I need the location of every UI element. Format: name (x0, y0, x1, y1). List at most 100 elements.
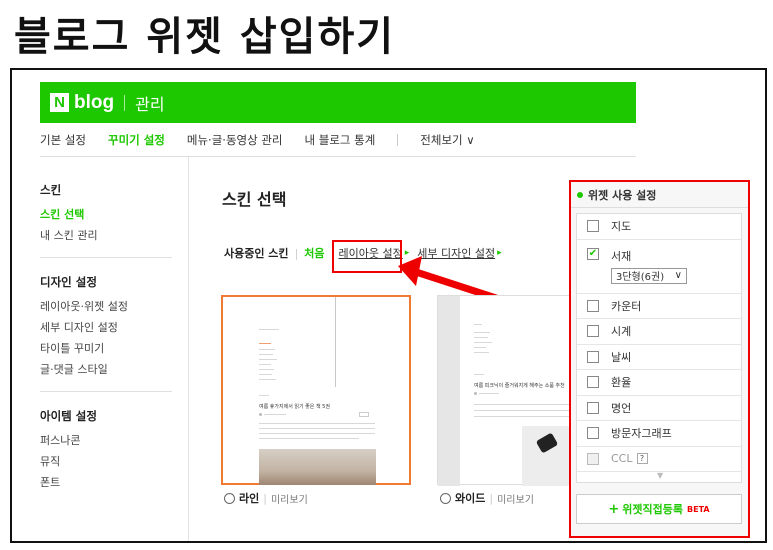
card-line (259, 364, 271, 365)
sidebar-item-music[interactable]: 뮤직 (40, 453, 172, 469)
tab-blog-stats[interactable]: 내 블로그 통계 (305, 132, 376, 148)
widget-settings-panel: 위젯 사용 설정 지도 ✔ 서재 3단형(6권) ∨ 카운터 시계 날씨 환율 … (569, 180, 750, 538)
card-line (259, 349, 275, 350)
widget-item-weather[interactable]: 날씨 (577, 345, 741, 370)
card-line (474, 416, 584, 417)
sidebar-item-my-skin[interactable]: 내 스킨 관리 (40, 227, 172, 243)
card-line (474, 332, 490, 333)
card-line (474, 374, 484, 375)
sidebar-heading-item: 아이템 설정 (40, 409, 97, 423)
card-line (479, 393, 499, 394)
chevron-down-icon: ∨ (674, 270, 682, 281)
tab-basic-settings[interactable]: 기본 설정 (40, 132, 86, 148)
skin-option-wide[interactable]: 와이드 | 미리보기 (440, 490, 534, 506)
card-line (259, 369, 274, 370)
section-title: 스킨 선택 (222, 190, 287, 209)
card-button (359, 412, 369, 417)
card-line (474, 324, 482, 325)
preview-link-wide[interactable]: 미리보기 (497, 491, 534, 506)
card-line (259, 374, 272, 375)
tab-design-settings[interactable]: 꾸미기 설정 (108, 132, 165, 148)
sidebar-separator (40, 257, 172, 258)
card-line (474, 352, 489, 353)
checkbox-weather[interactable] (587, 350, 599, 363)
option-divider: | (263, 491, 267, 505)
radio-wide[interactable] (440, 492, 451, 504)
sidebar-item-title-decor[interactable]: 타이틀 꾸미기 (40, 340, 172, 356)
blog-logo[interactable]: blog (74, 92, 114, 114)
widget-item-clock[interactable]: 시계 (577, 319, 741, 345)
widget-label: 방문자그래프 (611, 427, 672, 441)
card-line (264, 414, 286, 415)
widget-label: 카운터 (611, 299, 642, 313)
checkbox-map[interactable] (587, 220, 599, 233)
card-post-title: 여름 피크닉이 즐거워지게 해주는 소품 추천 (474, 383, 565, 389)
widget-label: 환율 (611, 376, 632, 390)
sidebar-item-post-style[interactable]: 글·댓글 스타일 (40, 361, 172, 377)
sidebar-item-personacon[interactable]: 퍼스나콘 (40, 432, 172, 448)
preview-link-line[interactable]: 미리보기 (271, 491, 308, 506)
tab-current-skin[interactable]: 사용중인 스킨 (224, 245, 289, 261)
tab-view-all[interactable]: 전체보기 ∨ (420, 132, 474, 148)
card-line (259, 379, 276, 380)
blog-topbar: N blog 관리 (40, 82, 636, 123)
card-line (259, 395, 269, 396)
checkbox-visitor-graph[interactable] (587, 427, 599, 440)
sidebar-divider (188, 157, 189, 541)
widget-item-visitor-graph[interactable]: 방문자그래프 (577, 421, 741, 447)
main-nav: 기본 설정 꾸미기 설정 메뉴·글·동영상 관리 내 블로그 통계 전체보기 ∨ (40, 123, 636, 157)
select-value: 3단형(6권) (616, 272, 665, 283)
naver-logo-icon[interactable]: N (50, 93, 69, 112)
tab-content-management[interactable]: 메뉴·글·동영상 관리 (187, 132, 283, 148)
sidebar-item-detail-design[interactable]: 세부 디자인 설정 (40, 319, 172, 335)
checkbox-ccl (587, 452, 599, 465)
card-photo (259, 449, 376, 485)
skin-name-wide: 와이드 (455, 492, 486, 505)
card-line (474, 342, 492, 343)
sidebar-heading-skin: 스킨 (40, 183, 62, 197)
widget-item-exchange[interactable]: 환율 (577, 370, 741, 396)
widget-item-map[interactable]: 지도 (577, 214, 741, 240)
card-avatar (474, 392, 477, 395)
skin-card-line[interactable]: 여름 휴가지에서 읽기 좋은 책 5권 (221, 295, 411, 485)
widget-list[interactable]: 지도 ✔ 서재 3단형(6권) ∨ 카운터 시계 날씨 환율 명언 방문자그래프… (576, 213, 742, 483)
widget-item-counter[interactable]: 카운터 (577, 294, 741, 319)
card-post-title: 여름 휴가지에서 읽기 좋은 책 5권 (259, 404, 330, 410)
library-layout-select[interactable]: 3단형(6권) ∨ (611, 267, 687, 284)
radio-line[interactable] (224, 492, 235, 504)
widget-item-library[interactable]: ✔ 서재 3단형(6권) ∨ (577, 240, 741, 294)
checkbox-library[interactable]: ✔ (587, 247, 599, 260)
add-widget-label: 위젯직접등록 (622, 503, 684, 516)
skin-option-line[interactable]: 라인 | 미리보기 (224, 490, 308, 506)
card-line (259, 329, 279, 330)
sidebar: 스킨 스킨 선택 내 스킨 관리 디자인 설정 레이아웃·위젯 설정 세부 디자… (40, 182, 172, 495)
card-line (259, 354, 273, 355)
widget-label: CCL (611, 452, 633, 466)
card-line (259, 433, 375, 434)
card-avatar (259, 413, 262, 416)
card-line (259, 428, 375, 429)
sidebar-item-font[interactable]: 폰트 (40, 474, 172, 490)
card-line (474, 337, 488, 338)
checkbox-clock[interactable] (587, 325, 599, 338)
card-line (474, 347, 486, 348)
card-column-line (335, 297, 336, 387)
page-title: 블로그 위젯 삽입하기 (14, 14, 396, 60)
add-widget-button[interactable]: + 위젯직접등록 BETA (576, 494, 742, 524)
tab-divider: | (294, 246, 299, 260)
widget-item-quote[interactable]: 명언 (577, 396, 741, 421)
topbar-divider (124, 94, 126, 111)
checkbox-counter[interactable] (587, 299, 599, 312)
widget-label: 지도 (611, 220, 632, 234)
card-line (259, 423, 375, 424)
checkbox-quote[interactable] (587, 401, 599, 414)
help-icon[interactable]: ? (636, 453, 648, 465)
manage-title: 관리 (135, 94, 165, 114)
skin-name-line: 라인 (239, 492, 260, 505)
sidebar-item-skin-select[interactable]: 스킨 선택 (40, 206, 172, 222)
tab-first[interactable]: 처음 (304, 245, 324, 261)
checkbox-exchange[interactable] (587, 376, 599, 389)
sidebar-item-layout-widget[interactable]: 레이아웃·위젯 설정 (40, 298, 172, 314)
widget-panel-header: 위젯 사용 설정 (571, 182, 748, 208)
scroll-down-icon[interactable]: ▼ (657, 471, 663, 480)
